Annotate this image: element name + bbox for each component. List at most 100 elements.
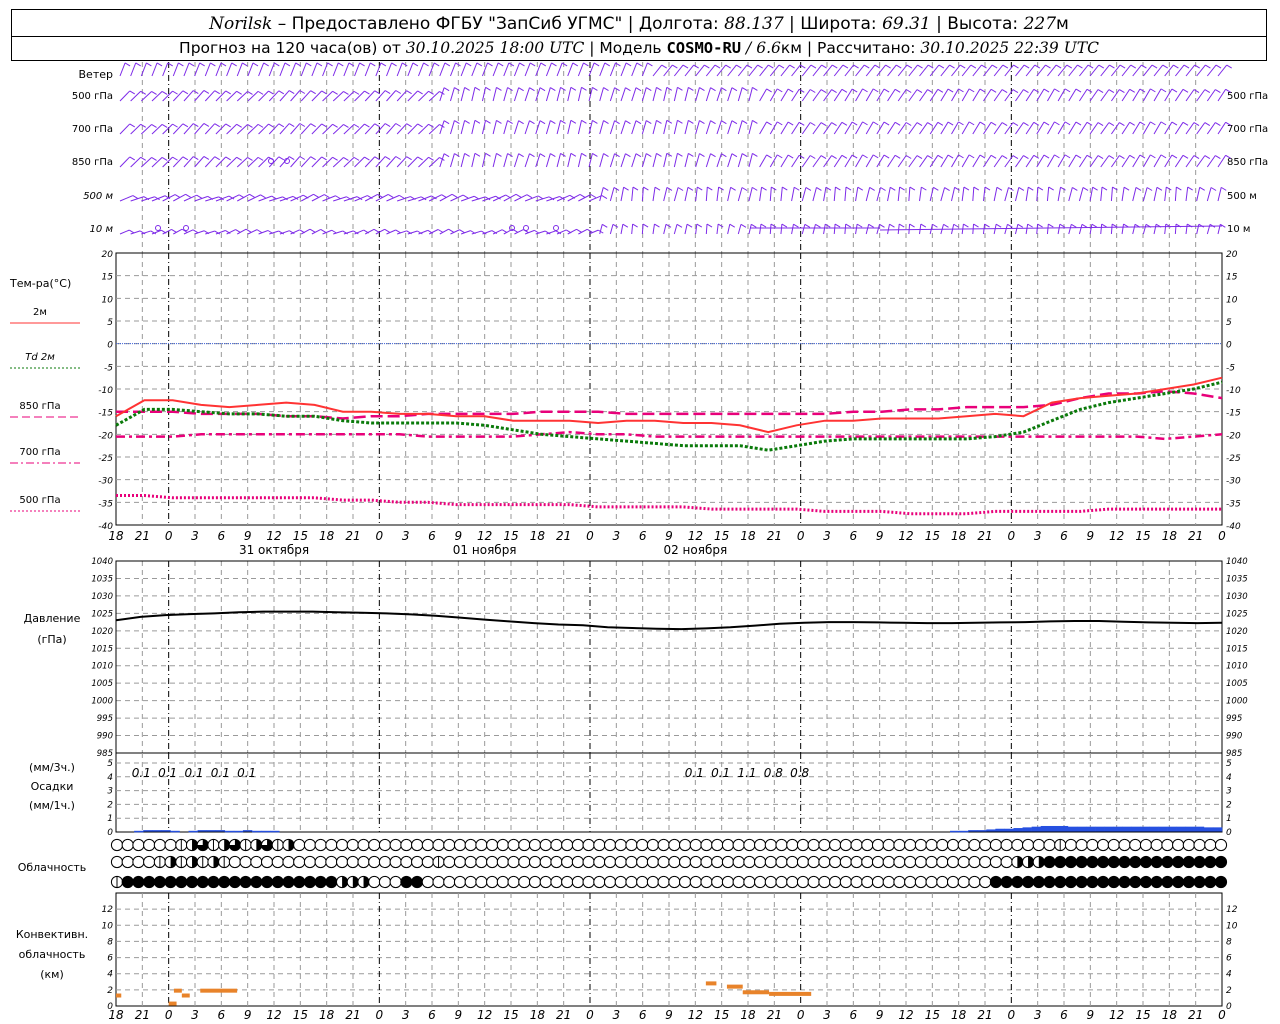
pres-tick-right: 1035 bbox=[1226, 574, 1248, 584]
wind-barb-flag bbox=[172, 90, 178, 95]
wind-barb-flag bbox=[428, 123, 434, 128]
wind-barb-flag bbox=[635, 87, 642, 92]
wind-barb-flag bbox=[353, 156, 360, 161]
wind-barb-flag bbox=[1108, 89, 1115, 94]
cloud-symbol bbox=[443, 838, 456, 852]
precip-label-top: (мм/3ч.) bbox=[29, 761, 75, 774]
wind-barb-flag bbox=[1109, 64, 1115, 69]
wind-barb bbox=[716, 224, 719, 235]
conv-hour-label: 21 bbox=[135, 1008, 150, 1022]
wind-barb-flag bbox=[883, 154, 890, 159]
cloud-symbol bbox=[850, 855, 863, 869]
cloud-symbol bbox=[1000, 875, 1013, 889]
wind-barb-flag bbox=[242, 62, 248, 67]
cloud-symbol bbox=[528, 875, 542, 889]
wind-level-label: 700 гПа bbox=[72, 124, 113, 135]
precip-tick-right: 1 bbox=[1226, 814, 1232, 824]
wind-barb bbox=[631, 187, 634, 202]
wind-barb-flag bbox=[1086, 154, 1093, 159]
wind-barb bbox=[652, 224, 655, 235]
wind-barb-flag bbox=[710, 120, 716, 125]
cloud-symbol bbox=[946, 838, 960, 852]
calm-circle bbox=[553, 225, 559, 231]
wind-barb-flag bbox=[518, 153, 524, 158]
cloud-symbol bbox=[796, 838, 810, 852]
wind-barb-flag bbox=[752, 87, 758, 91]
cloud-symbol bbox=[839, 875, 852, 889]
wind-barb bbox=[1196, 187, 1201, 202]
precip-bar bbox=[950, 830, 960, 833]
wind-barb bbox=[663, 120, 668, 135]
wind-barb-flag bbox=[909, 186, 916, 191]
wind-barb-flag bbox=[842, 64, 849, 69]
cloud-symbol bbox=[368, 875, 381, 889]
wind-barb bbox=[226, 62, 233, 77]
wind-barb-flag bbox=[203, 90, 210, 94]
wind-barb bbox=[322, 195, 336, 202]
cloud-symbol bbox=[314, 855, 327, 869]
wind-barb bbox=[1142, 187, 1148, 202]
wind-barb-flag bbox=[1183, 64, 1190, 69]
wind-barb bbox=[769, 223, 772, 235]
conv-hour-label: 9 bbox=[876, 1008, 884, 1022]
wind-barb-flag bbox=[863, 64, 870, 69]
cloud-symbol bbox=[657, 855, 670, 869]
cloud-symbol bbox=[743, 838, 756, 852]
wind-barb-flag bbox=[443, 153, 450, 158]
cloud-symbol bbox=[1043, 875, 1056, 889]
cloud-symbol bbox=[593, 855, 606, 869]
cloud-symbol bbox=[764, 855, 777, 869]
wind-barb-flag bbox=[636, 62, 643, 67]
wind-barb-flag bbox=[1001, 122, 1008, 126]
wind-barb bbox=[545, 87, 551, 102]
wind-barb-flag bbox=[539, 153, 546, 158]
wind-barb bbox=[449, 153, 455, 168]
wind-barb-flag bbox=[1043, 88, 1050, 93]
wind-barb bbox=[460, 87, 466, 102]
cloud-symbol bbox=[282, 855, 295, 869]
wind-barb-flag bbox=[895, 64, 902, 69]
cloud-symbol bbox=[121, 875, 134, 889]
cloud-symbol bbox=[914, 875, 927, 889]
cloud-symbol bbox=[1204, 838, 1217, 852]
wind-barb bbox=[1068, 154, 1077, 168]
wind-barb-flag bbox=[894, 88, 901, 93]
cloud-symbol bbox=[636, 855, 649, 869]
conv-hour-label: 12 bbox=[477, 1008, 492, 1022]
cloud-symbol bbox=[389, 855, 402, 869]
wind-barb-flag bbox=[736, 64, 742, 69]
wind-barb-flag bbox=[687, 186, 694, 191]
precip-bar bbox=[1203, 827, 1214, 832]
wind-barb bbox=[684, 224, 688, 235]
wind-barb-flag bbox=[729, 223, 736, 228]
wind-barb bbox=[1206, 155, 1216, 168]
wind-barb-flag bbox=[182, 123, 189, 128]
wind-barb bbox=[695, 120, 700, 135]
wind-barb-flag bbox=[156, 62, 163, 67]
wind-barb bbox=[684, 120, 689, 135]
cloud-symbol bbox=[1139, 855, 1153, 869]
wind-barb bbox=[343, 62, 350, 77]
wind-barb bbox=[524, 195, 539, 202]
wind-barb-flag bbox=[625, 153, 631, 158]
cloud-symbol bbox=[475, 875, 488, 889]
wind-barb-flag bbox=[146, 62, 152, 67]
wind-barb bbox=[919, 89, 928, 102]
wind-barb-flag bbox=[496, 119, 502, 124]
precip-bar bbox=[995, 828, 1005, 832]
wind-barb-flag bbox=[1151, 64, 1158, 69]
temp-legend-label: 850 гПа bbox=[19, 401, 60, 412]
wind-barb-flag bbox=[856, 223, 863, 228]
pres-tick-right: 985 bbox=[1226, 749, 1242, 759]
cloud-symbol bbox=[346, 838, 359, 852]
wind-barb bbox=[236, 62, 243, 77]
cloud-symbol bbox=[700, 855, 713, 869]
wind-barb bbox=[823, 224, 826, 235]
wind-barb bbox=[705, 186, 708, 202]
wind-barb bbox=[354, 62, 361, 77]
conv-hour-label: 9 bbox=[1087, 1008, 1095, 1022]
conv-hour-label: 15 bbox=[293, 1008, 308, 1022]
wind-barb-flag bbox=[129, 90, 136, 95]
wind-barb-flag bbox=[374, 123, 381, 128]
cloud-symbol bbox=[132, 875, 145, 889]
